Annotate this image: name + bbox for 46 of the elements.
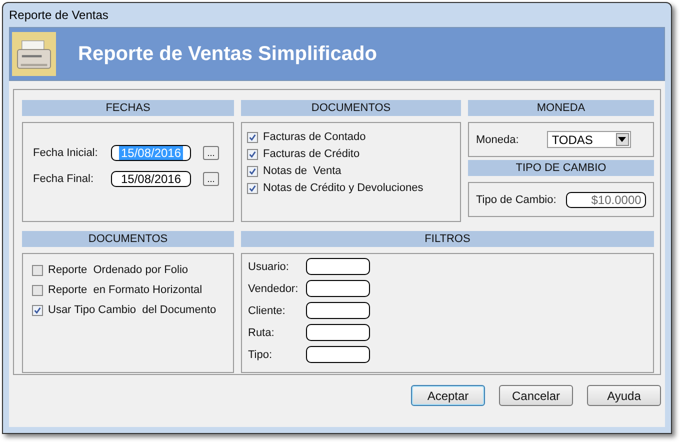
- printer-icon: [12, 32, 56, 76]
- checkbox[interactable]: [32, 304, 43, 316]
- dialog-button[interactable]: Aceptar: [411, 385, 485, 406]
- field-label: Vendedor:: [248, 282, 300, 294]
- checkbox-label: Facturas de Contado: [263, 131, 366, 143]
- checkbox-label: Reporte en Formato Horizontal: [48, 284, 202, 296]
- filter-field[interactable]: [306, 258, 370, 275]
- checkbox-label: Notas de Venta: [263, 165, 342, 177]
- section-header: MONEDA: [468, 100, 654, 116]
- field-label: Usuario:: [248, 260, 290, 272]
- filter-field[interactable]: [306, 302, 370, 319]
- field-label: Cliente:: [248, 304, 286, 316]
- checkbox[interactable]: [32, 284, 43, 296]
- checkbox[interactable]: [247, 166, 258, 176]
- field-label: Tipo de Cambio:: [476, 194, 556, 206]
- section-header: DOCUMENTOS: [22, 231, 234, 247]
- dialog-button[interactable]: Cancelar: [499, 385, 573, 406]
- section-header: TIPO DE CAMBIO: [468, 160, 654, 176]
- field-label: Tipo:: [248, 348, 274, 360]
- filter-field[interactable]: [306, 280, 370, 297]
- section-header: DOCUMENTOS: [241, 100, 461, 116]
- checkbox-label: Notas de Crédito y Devoluciones: [263, 182, 424, 194]
- filter-field[interactable]: [306, 324, 370, 341]
- exchange-rate-field[interactable]: $10.0000: [566, 192, 646, 208]
- checkbox-label: Facturas de Crédito: [263, 148, 360, 160]
- filter-field[interactable]: [306, 346, 370, 363]
- section-header: FECHAS: [22, 100, 234, 116]
- date-picker-button[interactable]: ...: [203, 146, 219, 160]
- checkbox[interactable]: [247, 182, 258, 194]
- date-picker-button[interactable]: ...: [203, 172, 219, 186]
- checkbox-label: Usar Tipo Cambio del Documento: [48, 304, 216, 316]
- field-label: Moneda:: [476, 134, 519, 146]
- field-label: Fecha Final:: [33, 173, 95, 185]
- dialog-button[interactable]: Ayuda: [587, 385, 661, 406]
- checkbox[interactable]: [32, 264, 43, 276]
- field-label: Fecha Inicial:: [33, 147, 99, 159]
- dropdown-arrow-icon: [618, 137, 626, 142]
- currency-dropdown[interactable]: TODAS: [546, 131, 631, 148]
- checkbox[interactable]: [247, 132, 258, 142]
- field-label: Ruta:: [248, 326, 276, 338]
- window-title: Reporte de Ventas: [9, 8, 108, 22]
- report-title: Reporte de Ventas Simplificado: [78, 42, 377, 66]
- checkbox-label: Reporte Ordenado por Folio: [48, 264, 188, 276]
- checkbox[interactable]: [247, 148, 258, 160]
- section-header: FILTROS: [241, 231, 654, 247]
- date-field[interactable]: 15/08/2016: [111, 171, 191, 187]
